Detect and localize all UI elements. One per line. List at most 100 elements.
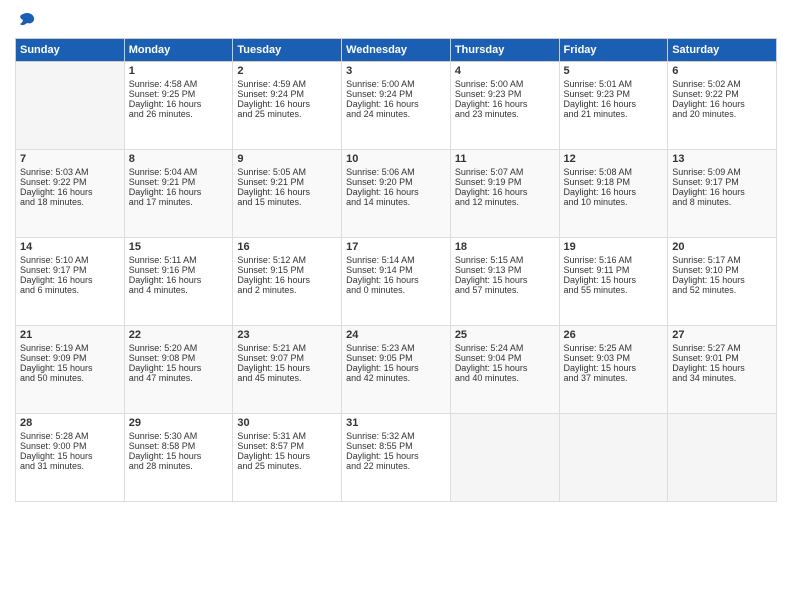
- day-info: and 23 minutes.: [455, 109, 555, 119]
- header-row: SundayMondayTuesdayWednesdayThursdayFrid…: [16, 39, 777, 62]
- day-cell: 21Sunrise: 5:19 AMSunset: 9:09 PMDayligh…: [16, 326, 125, 414]
- day-info: Daylight: 16 hours: [237, 99, 337, 109]
- day-info: and 15 minutes.: [237, 197, 337, 207]
- day-number: 27: [672, 329, 772, 341]
- day-cell: 8Sunrise: 5:04 AMSunset: 9:21 PMDaylight…: [124, 150, 233, 238]
- col-header-tuesday: Tuesday: [233, 39, 342, 62]
- day-cell: 11Sunrise: 5:07 AMSunset: 9:19 PMDayligh…: [450, 150, 559, 238]
- logo-bird-icon: [17, 10, 37, 30]
- day-info: Daylight: 15 hours: [455, 363, 555, 373]
- day-info: and 40 minutes.: [455, 373, 555, 383]
- day-number: 13: [672, 153, 772, 165]
- day-info: Daylight: 15 hours: [455, 275, 555, 285]
- day-info: Sunrise: 5:06 AM: [346, 167, 446, 177]
- day-info: Sunrise: 5:01 AM: [564, 79, 664, 89]
- day-info: Sunrise: 5:15 AM: [455, 255, 555, 265]
- day-info: Sunrise: 5:02 AM: [672, 79, 772, 89]
- day-info: Sunrise: 5:28 AM: [20, 431, 120, 441]
- col-header-sunday: Sunday: [16, 39, 125, 62]
- day-info: Sunrise: 4:58 AM: [129, 79, 229, 89]
- day-info: Sunrise: 5:10 AM: [20, 255, 120, 265]
- day-cell: 2Sunrise: 4:59 AMSunset: 9:24 PMDaylight…: [233, 62, 342, 150]
- day-cell: 7 Sunrise: 5:03 AMSunset: 9:22 PMDaylight…: [16, 150, 125, 238]
- day-info: and 28 minutes.: [129, 461, 229, 471]
- day-number: 24: [346, 329, 446, 341]
- day-cell: [450, 414, 559, 502]
- day-info: Sunrise: 5:17 AM: [672, 255, 772, 265]
- day-info: and 10 minutes.: [564, 197, 664, 207]
- day-number: 23: [237, 329, 337, 341]
- day-cell: 1Sunrise: 4:58 AMSunset: 9:25 PMDaylight…: [124, 62, 233, 150]
- day-number: 10: [346, 153, 446, 165]
- day-cell: 31Sunrise: 5:32 AMSunset: 8:55 PMDayligh…: [342, 414, 451, 502]
- day-info: Sunrise: 5:07 AM: [455, 167, 555, 177]
- day-info: and 17 minutes.: [129, 197, 229, 207]
- day-info: Sunset: 9:08 PM: [129, 353, 229, 363]
- day-info: and 4 minutes.: [129, 285, 229, 295]
- day-info: Daylight: 16 hours: [672, 99, 772, 109]
- day-cell: 27Sunrise: 5:27 AMSunset: 9:01 PMDayligh…: [668, 326, 777, 414]
- day-number: 19: [564, 241, 664, 253]
- day-info: Daylight: 16 hours: [346, 275, 446, 285]
- day-info: Sunset: 9:23 PM: [564, 89, 664, 99]
- day-info: and 0 minutes.: [346, 285, 446, 295]
- day-number: 26: [564, 329, 664, 341]
- day-info: Sunset: 9:15 PM: [237, 265, 337, 275]
- day-number: 18: [455, 241, 555, 253]
- col-header-saturday: Saturday: [668, 39, 777, 62]
- day-info: Sunrise: 5:03 AM: [20, 167, 120, 177]
- day-number: 15: [129, 241, 229, 253]
- day-info: Daylight: 15 hours: [129, 451, 229, 461]
- day-info: Sunset: 9:25 PM: [129, 89, 229, 99]
- day-info: Sunset: 9:22 PM: [672, 89, 772, 99]
- day-number: 28: [20, 417, 120, 429]
- day-info: Sunrise: 5:05 AM: [237, 167, 337, 177]
- day-number: 14: [20, 241, 120, 253]
- day-info: Daylight: 15 hours: [346, 363, 446, 373]
- day-info: Sunset: 9:22 PM: [20, 177, 120, 187]
- day-info: Daylight: 16 hours: [346, 187, 446, 197]
- day-info: and 26 minutes.: [129, 109, 229, 119]
- day-cell: 15Sunrise: 5:11 AMSunset: 9:16 PMDayligh…: [124, 238, 233, 326]
- day-number: 7: [20, 153, 120, 165]
- day-info: and 20 minutes.: [672, 109, 772, 119]
- day-info: Sunset: 9:21 PM: [237, 177, 337, 187]
- day-info: and 57 minutes.: [455, 285, 555, 295]
- day-number: 20: [672, 241, 772, 253]
- day-cell: 14Sunrise: 5:10 AMSunset: 9:17 PMDayligh…: [16, 238, 125, 326]
- day-info: and 45 minutes.: [237, 373, 337, 383]
- day-number: 2: [237, 65, 337, 77]
- day-info: Daylight: 15 hours: [564, 363, 664, 373]
- day-info: Daylight: 16 hours: [564, 187, 664, 197]
- day-info: and 55 minutes.: [564, 285, 664, 295]
- day-cell: [668, 414, 777, 502]
- day-info: Sunrise: 5:16 AM: [564, 255, 664, 265]
- day-number: 9: [237, 153, 337, 165]
- day-number: 11: [455, 153, 555, 165]
- day-info: Sunrise: 5:23 AM: [346, 343, 446, 353]
- day-cell: 12Sunrise: 5:08 AMSunset: 9:18 PMDayligh…: [559, 150, 668, 238]
- calendar-table: SundayMondayTuesdayWednesdayThursdayFrid…: [15, 38, 777, 502]
- day-info: Sunrise: 5:27 AM: [672, 343, 772, 353]
- day-cell: 18Sunrise: 5:15 AMSunset: 9:13 PMDayligh…: [450, 238, 559, 326]
- day-number: 16: [237, 241, 337, 253]
- week-row-3: 14Sunrise: 5:10 AMSunset: 9:17 PMDayligh…: [16, 238, 777, 326]
- day-info: Daylight: 15 hours: [564, 275, 664, 285]
- week-row-4: 21Sunrise: 5:19 AMSunset: 9:09 PMDayligh…: [16, 326, 777, 414]
- day-info: Sunset: 9:03 PM: [564, 353, 664, 363]
- day-info: Daylight: 16 hours: [20, 187, 120, 197]
- day-info: and 50 minutes.: [20, 373, 120, 383]
- day-cell: 23Sunrise: 5:21 AMSunset: 9:07 PMDayligh…: [233, 326, 342, 414]
- day-cell: 28Sunrise: 5:28 AMSunset: 9:00 PMDayligh…: [16, 414, 125, 502]
- day-cell: 26Sunrise: 5:25 AMSunset: 9:03 PMDayligh…: [559, 326, 668, 414]
- day-info: Daylight: 16 hours: [129, 275, 229, 285]
- day-number: 17: [346, 241, 446, 253]
- day-number: 25: [455, 329, 555, 341]
- day-info: Sunrise: 5:24 AM: [455, 343, 555, 353]
- day-info: and 31 minutes.: [20, 461, 120, 471]
- day-info: and 37 minutes.: [564, 373, 664, 383]
- logo: [15, 10, 37, 30]
- day-info: and 8 minutes.: [672, 197, 772, 207]
- day-info: Sunrise: 5:31 AM: [237, 431, 337, 441]
- day-info: Sunrise: 5:00 AM: [346, 79, 446, 89]
